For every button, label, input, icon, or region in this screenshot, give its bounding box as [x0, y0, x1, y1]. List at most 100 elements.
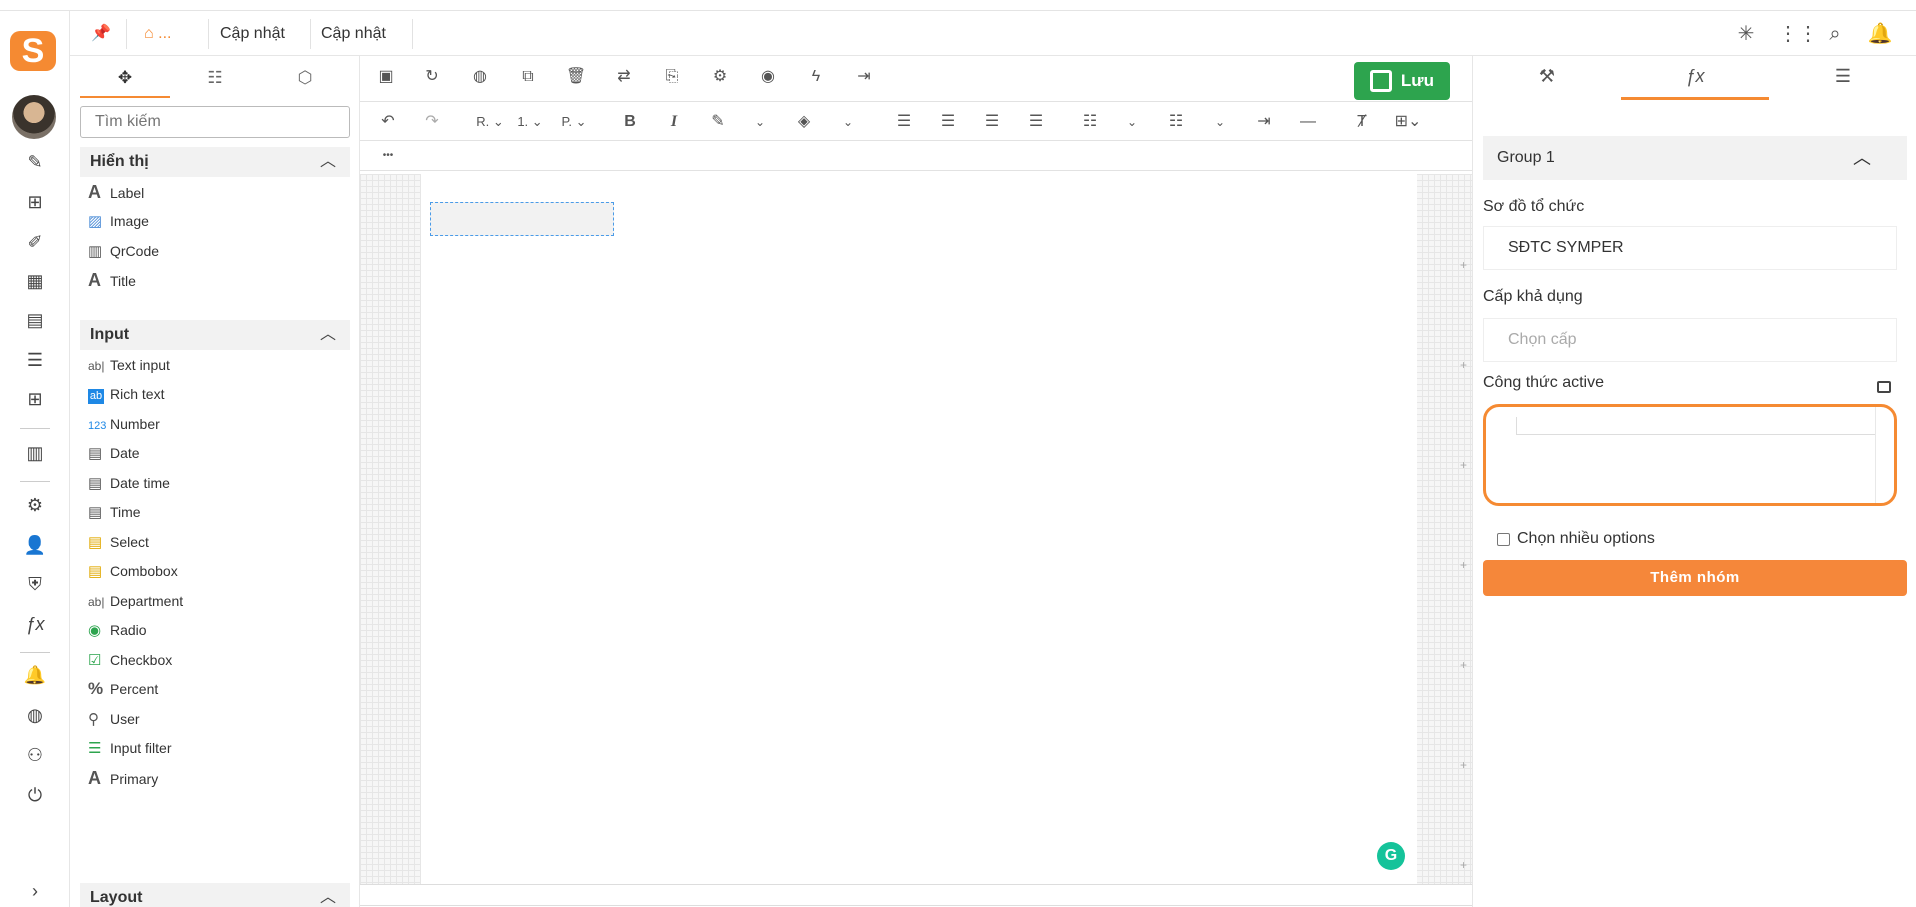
search-icon[interactable]: ⌕: [1822, 21, 1848, 47]
refresh-icon[interactable]: ↻: [418, 62, 446, 92]
org-chart-field[interactable]: SĐTC SYMPER: [1483, 226, 1897, 270]
selected-control-placeholder[interactable]: [430, 202, 614, 236]
tab-components[interactable]: ⬡: [260, 62, 350, 98]
indent-icon[interactable]: ⇥: [1250, 107, 1278, 137]
search-input[interactable]: [80, 106, 350, 138]
tab-controls[interactable]: ✥: [80, 62, 170, 98]
shield-icon[interactable]: ⛨: [22, 571, 48, 597]
bold-icon[interactable]: B: [616, 107, 644, 137]
highlight-icon[interactable]: ✎: [704, 107, 732, 137]
chevron-down-icon[interactable]: ⌄: [834, 107, 862, 137]
lightning-icon[interactable]: ϟ: [802, 62, 830, 92]
copy-icon[interactable]: ⧉: [514, 62, 542, 92]
palette-item-title[interactable]: A Title: [88, 265, 338, 295]
org-chart-icon[interactable]: ⊞: [22, 189, 48, 215]
chevron-down-icon[interactable]: ⌄: [746, 107, 774, 137]
palette-item-date[interactable]: ▤ Date: [88, 438, 338, 468]
palette-item-input-filter[interactable]: ☰ Input filter: [88, 733, 338, 763]
align-right-icon[interactable]: ☰: [978, 107, 1006, 137]
group-1-header[interactable]: Group 1 ︿: [1483, 136, 1907, 180]
formula-editor[interactable]: [1483, 404, 1897, 506]
group-hien-thi[interactable]: Hiển thị ︿: [80, 147, 350, 177]
expand-editor-icon[interactable]: [1877, 381, 1891, 393]
palette-item-percent[interactable]: % Percent: [88, 674, 338, 704]
numbered-list-icon[interactable]: ☷: [1162, 107, 1190, 137]
group-layout[interactable]: Layout ︿: [80, 883, 350, 907]
palette-item-user[interactable]: ⚲ User: [88, 704, 338, 734]
palette-item-qrcode[interactable]: ▥ QrCode: [88, 236, 338, 266]
swap-icon[interactable]: ⇄: [610, 62, 638, 92]
app-logo[interactable]: S: [10, 31, 56, 71]
save-button[interactable]: Lưu: [1354, 62, 1450, 100]
tab-cap-nhat-2[interactable]: Cập nhật: [321, 11, 386, 56]
editor-page[interactable]: [421, 174, 1417, 884]
expand-icon[interactable]: ›: [22, 878, 48, 904]
palette-item-select[interactable]: ▤ Select: [88, 527, 338, 557]
bullet-list-icon[interactable]: ☷: [1076, 107, 1104, 137]
pin-icon[interactable]: 📌: [88, 21, 114, 47]
plug-icon[interactable]: ⏻: [22, 782, 48, 808]
chevron-down-icon[interactable]: ⌄: [1118, 107, 1146, 137]
notification-settings-icon[interactable]: 🔔: [22, 662, 48, 688]
font-size-select[interactable]: 1. ⌄: [512, 107, 548, 137]
avatar[interactable]: [12, 95, 56, 139]
apps-grid-icon[interactable]: ⋮⋮: [1778, 21, 1818, 47]
globe-icon[interactable]: ◍: [22, 702, 48, 728]
group-input[interactable]: Input ︿: [80, 320, 350, 350]
clear-format-icon[interactable]: Ⱦ: [1348, 107, 1376, 137]
user-settings-icon[interactable]: 👤: [22, 532, 48, 558]
palette-item-time[interactable]: ▤ Time: [88, 497, 338, 527]
undo-icon[interactable]: ↶: [374, 107, 402, 137]
dashboard-icon[interactable]: ▦: [22, 268, 48, 294]
calculator-icon[interactable]: ▤: [22, 307, 48, 333]
tab-tree[interactable]: ☷: [170, 62, 260, 98]
tab-cap-nhat-1[interactable]: Cập nhật: [220, 11, 285, 56]
checkbox-box[interactable]: [1497, 533, 1510, 546]
more-icon[interactable]: •••: [374, 141, 402, 171]
horizontal-line-icon[interactable]: —: [1294, 107, 1322, 137]
add-group-button[interactable]: Thêm nhóm: [1483, 560, 1907, 596]
align-left-icon[interactable]: ☰: [890, 107, 918, 137]
tab-tools[interactable]: ⚒: [1473, 56, 1621, 100]
palette-item-number[interactable]: 123 Number: [88, 409, 338, 439]
bell-icon[interactable]: 🔔: [1867, 21, 1893, 47]
chevron-down-icon[interactable]: ⌄: [1206, 107, 1234, 137]
sparkle-icon[interactable]: ✳: [1733, 21, 1759, 47]
apps-icon[interactable]: ⊞: [22, 386, 48, 412]
font-family-select[interactable]: R. ⌄: [472, 107, 508, 137]
fill-color-icon[interactable]: ◈: [790, 107, 818, 137]
gear-icon[interactable]: ⚙: [706, 62, 734, 92]
paragraph-select[interactable]: P. ⌄: [556, 107, 592, 137]
palette-item-department[interactable]: ab| Department: [88, 586, 338, 616]
italic-icon[interactable]: I: [660, 107, 688, 137]
tab-formula[interactable]: ƒx: [1621, 56, 1769, 100]
level-select[interactable]: Chọn cấp: [1483, 318, 1897, 362]
function-icon[interactable]: ƒx: [22, 611, 48, 637]
palette-item-label[interactable]: A Label: [88, 177, 338, 207]
eye-icon[interactable]: ◉: [754, 62, 782, 92]
home-tab[interactable]: ⌂ ...: [144, 11, 171, 56]
form-edit-icon[interactable]: ✐: [22, 229, 48, 255]
delete-icon[interactable]: 🗑: [562, 62, 590, 92]
align-justify-icon[interactable]: ☰: [1022, 107, 1050, 137]
tab-table[interactable]: ☰: [1769, 56, 1916, 100]
save-as-icon[interactable]: ⎘: [658, 62, 686, 92]
table-insert-icon[interactable]: ⊞⌄: [1390, 107, 1426, 137]
palette-item-image[interactable]: ▨ Image: [88, 206, 338, 236]
align-center-icon[interactable]: ☰: [934, 107, 962, 137]
palette-item-combobox[interactable]: ▤ Combobox: [88, 556, 338, 586]
import-icon[interactable]: ⇥: [850, 62, 878, 92]
palette-item-text-input[interactable]: ab| Text input: [88, 350, 338, 380]
grammarly-icon[interactable]: G: [1377, 842, 1405, 870]
list-icon[interactable]: ☰: [22, 347, 48, 373]
settings-icon[interactable]: ⚙: [22, 492, 48, 518]
palette-item-radio[interactable]: ◉ Radio: [88, 615, 338, 645]
edit-doc-icon[interactable]: ✎: [22, 149, 48, 175]
table-icon[interactable]: ▥: [22, 440, 48, 466]
redo-icon[interactable]: ↷: [418, 107, 446, 137]
page-setting-icon[interactable]: ▣: [372, 62, 400, 92]
multi-options-checkbox[interactable]: Chọn nhiều options: [1483, 522, 1897, 556]
user-share-icon[interactable]: ⚇: [22, 742, 48, 768]
palette-item-checkbox[interactable]: ☑ Checkbox: [88, 645, 338, 675]
palette-item-primary[interactable]: A Primary: [88, 763, 338, 793]
